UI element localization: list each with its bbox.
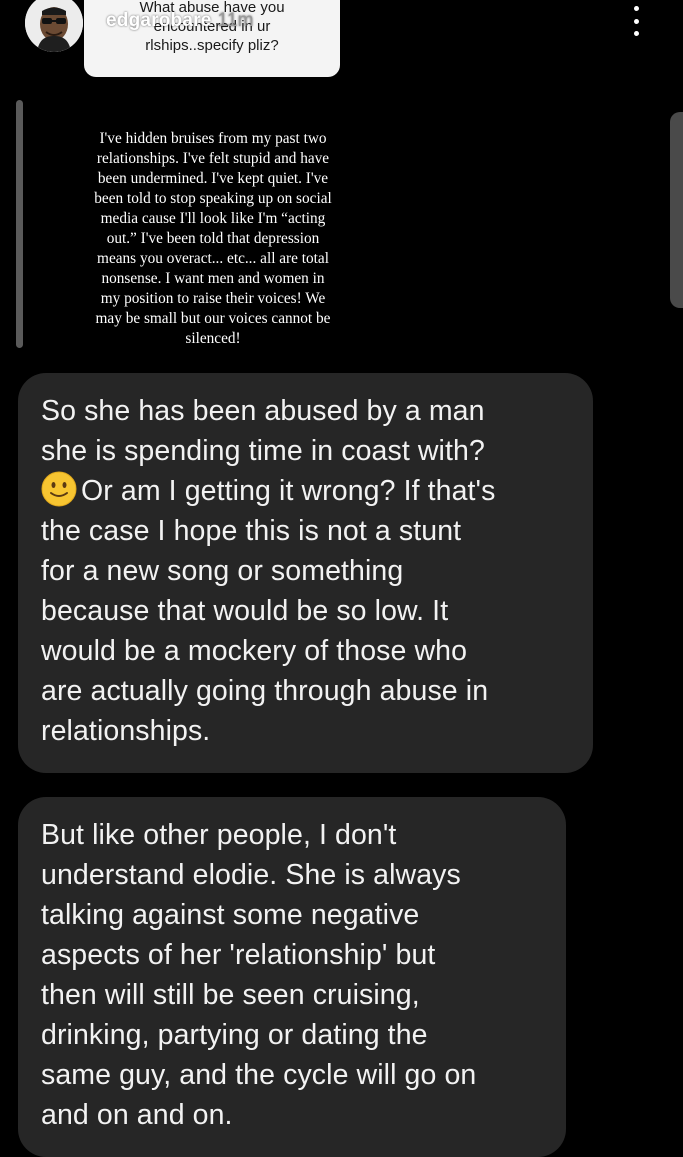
story-text-line: may be small but our voices cannot be [95, 310, 331, 327]
message-line: the case I hope this is not a stunt [41, 515, 462, 547]
story-username-row[interactable]: edgarobare 11m [106, 10, 254, 32]
message-bubble[interactable]: So she has been abused by a man she is s… [18, 373, 593, 773]
story-text-line: I've hidden bruises from my past two [99, 130, 327, 147]
message-line: understand elodie. She is always [41, 859, 461, 891]
slightly-smiling-face-icon [41, 471, 77, 507]
message-line: talking against some negative [41, 899, 420, 931]
message-line: are actually going through abuse in [41, 675, 489, 707]
message-line: and on and on. [41, 1099, 233, 1131]
message-line: same guy, and the cycle will go on [41, 1059, 477, 1091]
message-line: relationships. [41, 715, 211, 747]
username[interactable]: edgarobare [106, 10, 211, 31]
question-line-3: rlships..specify pliz? [145, 37, 279, 54]
story-text-line: my position to raise their voices! We [100, 290, 326, 307]
message-line: for a new song or something [41, 555, 404, 587]
message-line: drinking, partying or dating the [41, 1019, 428, 1051]
message-line: aspects of her 'relationship' but [41, 939, 436, 971]
story-text-line: silenced! [185, 330, 241, 347]
more-dot-icon [633, 6, 639, 11]
message-line: she is spending time in coast with? [41, 435, 485, 467]
message-line: But like other people, I don't [41, 819, 397, 851]
more-options-button[interactable] [628, 6, 644, 36]
left-edge-bar [16, 100, 23, 348]
story-text-line: relationships. I've felt stupid and have [96, 150, 330, 167]
story-text-line: been told to stop speaking up on social [94, 190, 332, 207]
more-dot-icon [633, 18, 639, 24]
story-timestamp: 11m [217, 10, 254, 31]
profile-photo-icon [25, 0, 83, 52]
message-bubble[interactable]: But like other people, I don't understan… [18, 797, 566, 1157]
story-text-line: out.” I've been told that depression [106, 230, 320, 247]
right-edge-bar [670, 112, 683, 308]
story-text: I've hidden bruises from my past two rel… [62, 129, 364, 349]
story-text-line: nonsense. I want men and women in [101, 270, 325, 287]
message-line: then will still be seen cruising, [41, 979, 420, 1011]
message-line: So she has been abused by a man [41, 395, 485, 427]
more-dot-icon [633, 31, 639, 36]
message-line-with-emoji: Or am I getting it wrong? If that's [41, 471, 495, 511]
message-line: would be a mockery of those who [41, 635, 468, 667]
story-text-line: media cause I'll look like I'm “acting [100, 210, 326, 227]
avatar[interactable] [25, 0, 83, 52]
message-line: Or am I getting it wrong? If that's [81, 475, 496, 507]
story-text-line: been undermined. I've kept quiet. I've [97, 170, 329, 187]
message-line: because that would be so low. It [41, 595, 449, 627]
story-text-line: means you overact... etc... all are tota… [97, 250, 329, 267]
